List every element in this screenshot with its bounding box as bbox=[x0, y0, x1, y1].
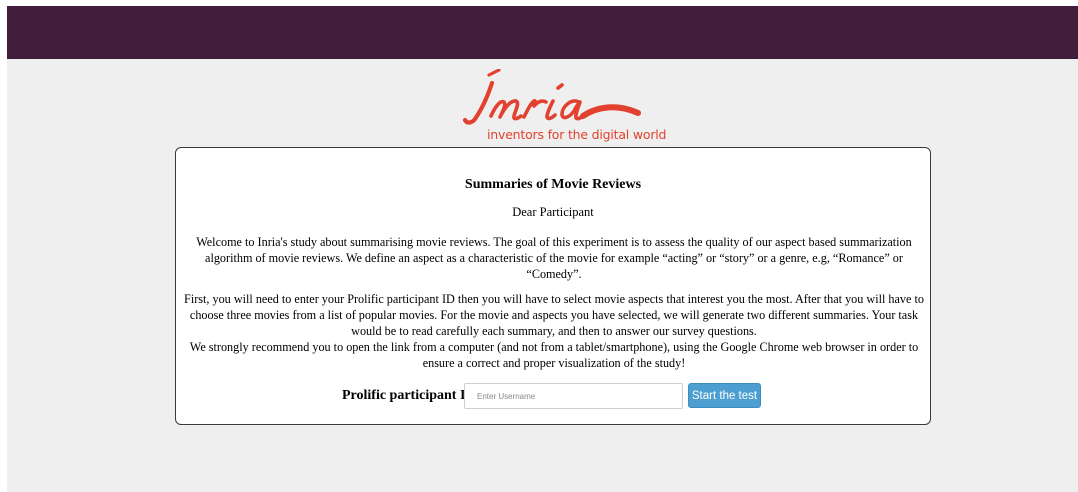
participant-id-form: Prolific participant ID Start the test bbox=[176, 383, 930, 411]
intro-paragraph: Welcome to Inria's study about summarisi… bbox=[196, 235, 912, 281]
top-navigation-bar bbox=[7, 6, 1078, 59]
participant-id-label: Prolific participant ID bbox=[342, 388, 476, 403]
study-intro-card: Summaries of Movie Reviews Dear Particip… bbox=[175, 147, 931, 425]
greeting-text: Dear Participant bbox=[512, 205, 594, 219]
page-background: inventors for the digital world Summarie… bbox=[7, 6, 1078, 492]
logo-tagline: inventors for the digital world bbox=[487, 127, 667, 142]
start-test-button[interactable]: Start the test bbox=[688, 383, 761, 408]
instructions-text: First, you will need to enter your Proli… bbox=[184, 292, 924, 338]
inria-logo: inventors for the digital world bbox=[458, 69, 666, 145]
recommendation-text: We strongly recommend you to open the li… bbox=[189, 340, 919, 370]
instructions-paragraph: First, you will need to enter your Proli… bbox=[184, 291, 924, 371]
card-title: Summaries of Movie Reviews bbox=[464, 177, 642, 192]
participant-id-input[interactable] bbox=[464, 383, 683, 409]
